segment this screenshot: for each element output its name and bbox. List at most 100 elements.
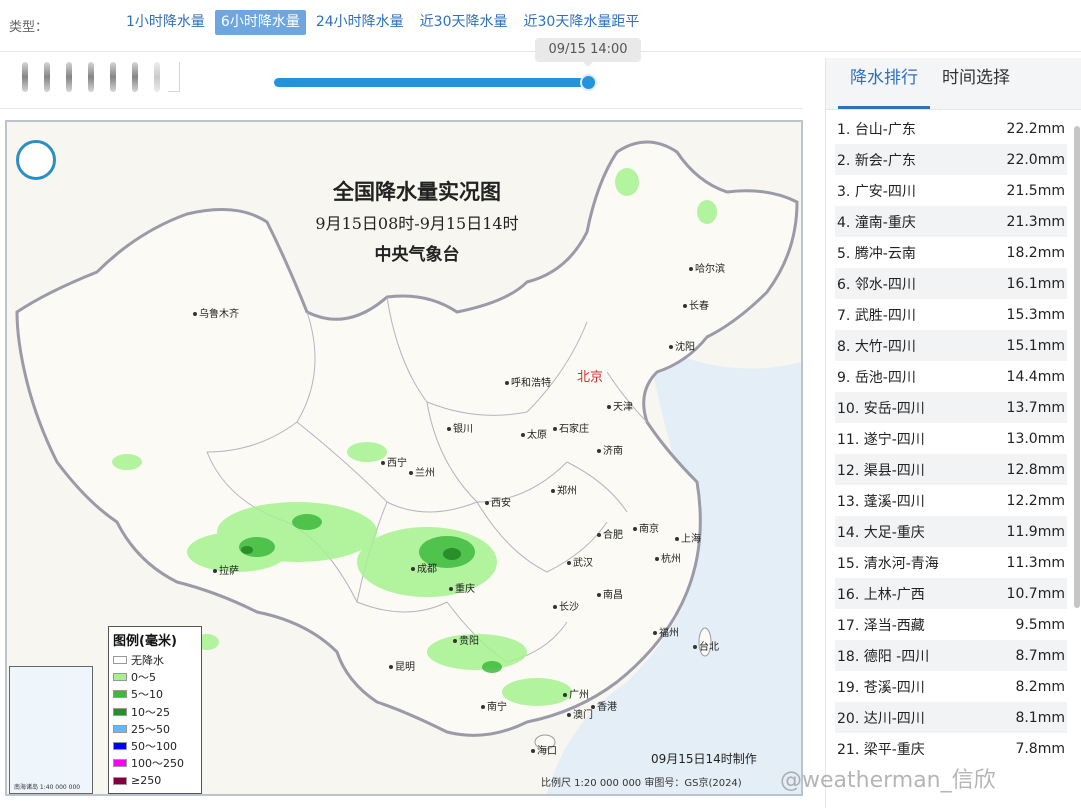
ranking-row[interactable]: 3. 广安-四川 21.5mm — [835, 175, 1067, 206]
city-label: 西宁 — [381, 454, 407, 469]
frame-tick[interactable] — [124, 62, 146, 92]
ranking-row[interactable]: 6. 邻水-四川 16.1mm — [835, 268, 1067, 299]
tab-30d-anomaly[interactable]: 近30天降水量距平 — [518, 10, 646, 35]
time-slider-track[interactable] — [274, 78, 596, 87]
ranking-row[interactable]: 21. 梁平-重庆 7.8mm — [835, 733, 1067, 764]
legend-swatch — [113, 776, 127, 785]
precipitation-map: 全国降水量实况图 9月15日08时-9月15日14时 中央气象台 乌鲁木齐 哈尔… — [5, 120, 803, 796]
legend-item: 50～100 — [113, 737, 197, 754]
ranking-row[interactable]: 14. 大足-重庆 11.9mm — [835, 516, 1067, 547]
ranking-panel: 降水排行 时间选择 1. 台山-广东 22.2mm 2. 新会-广东 22.0mm … — [825, 58, 1081, 808]
ranking-scrollbar[interactable] — [1074, 126, 1080, 608]
ranking-row[interactable]: 5. 腾冲-云南 18.2mm — [835, 237, 1067, 268]
time-tooltip: 09/15 14:00 — [535, 38, 641, 67]
city-label: 南昌 — [597, 586, 623, 601]
legend-item: 无降水 — [113, 651, 197, 668]
tab-24h-precipitation[interactable]: 24小时降水量 — [310, 10, 410, 35]
city-label: 长沙 — [553, 598, 579, 613]
legend-swatch — [113, 707, 127, 716]
city-label: 太原 — [521, 426, 547, 441]
city-label: 合肥 — [597, 526, 623, 541]
legend-item: 100～250 — [113, 755, 197, 772]
ranking-row[interactable]: 10. 安岳-四川 13.7mm — [835, 392, 1067, 423]
frame-tick[interactable] — [58, 62, 80, 92]
map-title: 全国降水量实况图 — [333, 179, 501, 204]
legend-swatch — [113, 672, 127, 681]
type-tabs: 1小时降水量 6小时降水量 24小时降水量 近30天降水量 近30天降水量距平 — [120, 10, 645, 35]
time-slider-row: 09/15 14:00 — [0, 38, 803, 109]
legend-swatch — [113, 724, 127, 733]
ranking-row[interactable]: 15. 清水河-青海 11.3mm — [835, 547, 1067, 578]
frame-tick[interactable] — [14, 62, 36, 92]
city-label: 南京 — [633, 520, 659, 535]
city-label: 广州 — [563, 686, 589, 701]
legend-item: 5～10 — [113, 686, 197, 703]
city-label-capital: 北京 — [577, 370, 604, 385]
tab-precip-ranking[interactable]: 降水排行 — [838, 58, 930, 109]
legend-swatch — [113, 655, 127, 664]
city-label: 台北 — [693, 638, 719, 653]
frame-strip-end — [168, 62, 180, 92]
city-label: 沈阳 — [669, 338, 695, 353]
tab-time-select[interactable]: 时间选择 — [930, 58, 1022, 109]
city-label: 澳门 — [567, 706, 593, 721]
city-label: 郑州 — [551, 482, 577, 497]
watermark: @weatherman_信欣 — [780, 768, 996, 793]
tab-30d-precipitation[interactable]: 近30天降水量 — [414, 10, 514, 35]
ranking-row[interactable]: 7. 武胜-四川 15.3mm — [835, 299, 1067, 330]
legend-swatch — [113, 690, 127, 699]
legend-item: 25～50 — [113, 720, 197, 737]
frame-tick[interactable] — [102, 62, 124, 92]
city-label: 呼和浩特 — [505, 374, 551, 389]
city-label: 长春 — [683, 297, 709, 312]
ranking-row[interactable]: 16. 上林-广西 10.7mm — [835, 578, 1067, 609]
legend-item: 10～25 — [113, 703, 197, 720]
ranking-list: 1. 台山-广东 22.2mm 2. 新会-广东 22.0mm 3. 广安-四川 21… — [835, 113, 1067, 764]
city-label: 西安 — [485, 494, 511, 509]
city-label: 杭州 — [655, 550, 681, 565]
city-label: 香港 — [591, 698, 617, 713]
city-label: 福州 — [653, 624, 679, 639]
time-slider-handle[interactable] — [580, 74, 597, 91]
south-china-sea-inset: 南海诸岛 1:40 000 000 — [9, 666, 93, 794]
ranking-row[interactable]: 8. 大竹-四川 15.1mm — [835, 330, 1067, 361]
map-organization: 中央气象台 — [374, 245, 460, 265]
map-made-at: 09月15日14时制作 — [651, 752, 757, 766]
city-label: 天津 — [607, 398, 633, 413]
city-label: 哈尔滨 — [689, 260, 725, 275]
frame-tick[interactable] — [36, 62, 58, 92]
ranking-row[interactable]: 1. 台山-广东 22.2mm — [835, 113, 1067, 144]
legend-swatch — [113, 759, 127, 768]
ranking-row[interactable]: 17. 泽当-西藏 9.5mm — [835, 609, 1067, 640]
frame-strip[interactable] — [14, 62, 180, 92]
tab-1h-precipitation[interactable]: 1小时降水量 — [120, 10, 211, 35]
city-label: 海口 — [531, 742, 557, 757]
city-label: 武汉 — [567, 554, 593, 569]
city-label: 上海 — [675, 530, 701, 545]
map-legend: 图例(毫米) 无降水 0～5 5～10 10～25 25～50 50～100 1… — [108, 626, 202, 794]
frame-tick[interactable] — [146, 62, 168, 92]
map-subtitle: 9月15日08时-9月15日14时 — [315, 214, 519, 233]
ranking-row[interactable]: 11. 遂宁-四川 13.0mm — [835, 423, 1067, 454]
ranking-row[interactable]: 9. 岳池-四川 14.4mm — [835, 361, 1067, 392]
city-label: 济南 — [597, 442, 623, 457]
inset-label: 南海诸岛 1:40 000 000 — [14, 784, 81, 791]
type-label: 类型： — [9, 20, 49, 35]
city-label: 南宁 — [481, 698, 507, 713]
frame-tick[interactable] — [80, 62, 102, 92]
ranking-row[interactable]: 18. 德阳 -四川 8.7mm — [835, 640, 1067, 671]
city-label: 乌鲁木齐 — [193, 305, 239, 320]
ranking-row[interactable]: 12. 渠县-四川 12.8mm — [835, 454, 1067, 485]
tab-6h-precipitation[interactable]: 6小时降水量 — [214, 10, 306, 35]
ranking-row[interactable]: 20. 达川-四川 8.1mm — [835, 702, 1067, 733]
city-label: 重庆 — [449, 580, 475, 595]
legend-item: 0～5 — [113, 668, 197, 685]
ranking-row[interactable]: 13. 蓬溪-四川 12.2mm — [835, 485, 1067, 516]
legend-item: ≥250 — [113, 772, 197, 789]
city-label: 成都 — [411, 560, 437, 575]
ranking-row[interactable]: 4. 潼南-重庆 21.3mm — [835, 206, 1067, 237]
ranking-row[interactable]: 19. 苍溪-四川 8.2mm — [835, 671, 1067, 702]
city-label: 拉萨 — [213, 562, 239, 577]
ranking-row[interactable]: 2. 新会-广东 22.0mm — [835, 144, 1067, 175]
city-label: 银川 — [447, 420, 473, 435]
